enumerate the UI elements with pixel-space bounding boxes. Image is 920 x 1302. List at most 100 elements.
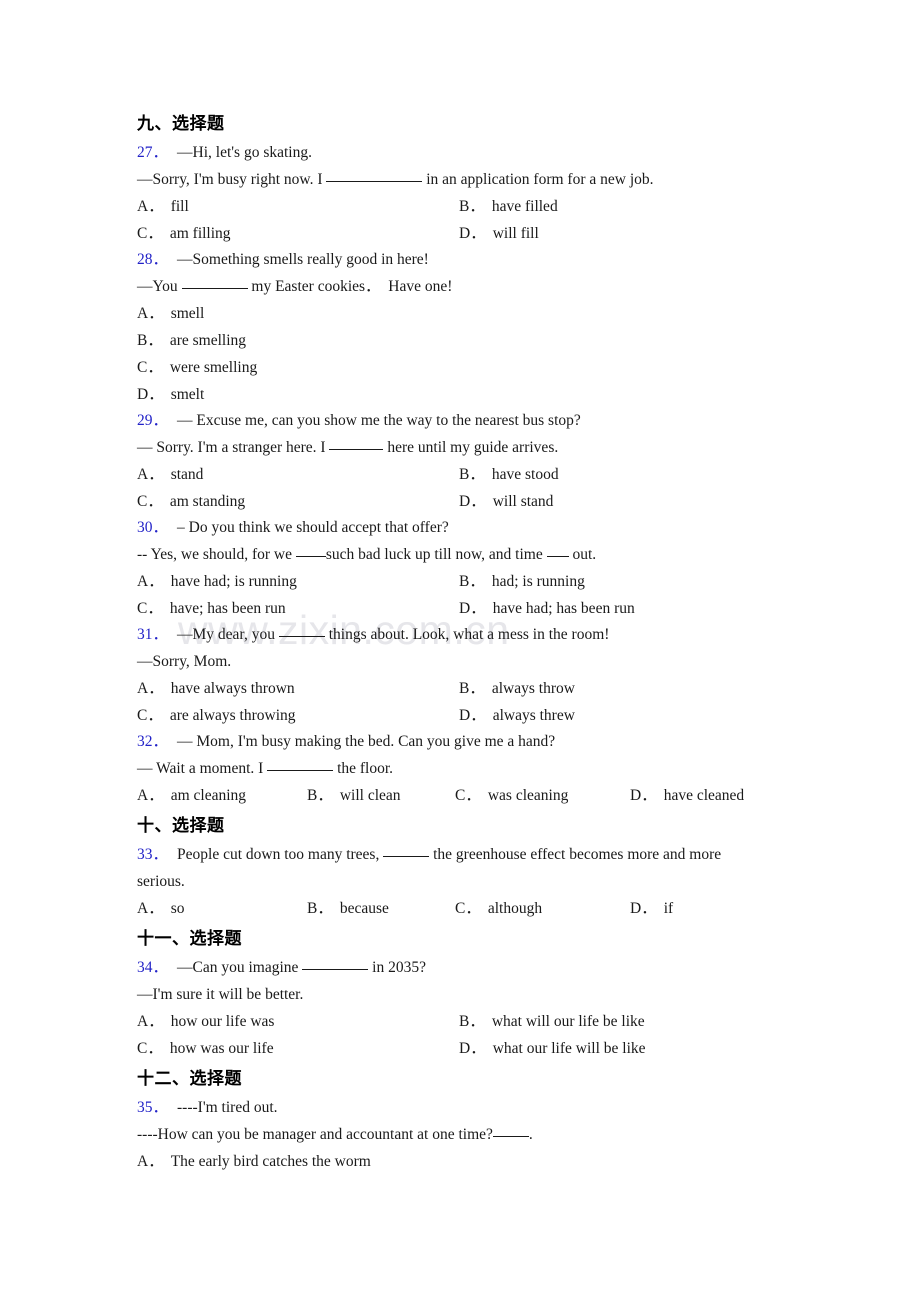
option-32-c[interactable]: C． was cleaning <box>455 782 630 809</box>
question-35-text-1: ----I'm tired out. <box>177 1099 278 1116</box>
option-label: B． <box>459 198 485 215</box>
option-text: what will our life be like <box>491 1013 645 1030</box>
option-30-d[interactable]: D． have had; has been run <box>459 595 781 622</box>
question-35-text-2a: ----How can you be manager and accountan… <box>137 1125 493 1143</box>
option-31-a[interactable]: A． have always thrown <box>137 675 459 702</box>
question-31-text-2: —Sorry, Mom. <box>137 652 232 670</box>
option-label: B． <box>307 787 333 804</box>
option-32-b[interactable]: B． will clean <box>307 782 455 809</box>
option-34-d[interactable]: D． what our life will be like <box>459 1035 781 1062</box>
option-label: A． <box>137 787 164 804</box>
question-33-options-row-1: A． so B． because C． although D． if <box>137 895 797 922</box>
question-30-text-2b: such bad luck up till now, and time <box>325 545 543 563</box>
question-30-stem-line-2: -- Yes, we should, for we such bad luck … <box>137 542 797 569</box>
option-text: have cleaned <box>663 787 745 804</box>
option-31-d[interactable]: D． always threw <box>459 702 781 729</box>
option-35-a[interactable]: A． The early bird catches the worm <box>137 1148 797 1175</box>
option-33-a[interactable]: A． so <box>137 895 307 922</box>
option-text: are always throwing <box>169 707 296 724</box>
question-29-text-1: — Excuse me, can you show me the way to … <box>177 412 581 429</box>
option-31-b[interactable]: B． always throw <box>459 675 781 702</box>
answer-blank <box>295 543 326 557</box>
option-30-c[interactable]: C． have; has been run <box>137 595 459 622</box>
question-31-stem-line-2: —Sorry, Mom. <box>137 649 797 676</box>
option-29-a[interactable]: A． stand <box>137 461 459 488</box>
option-27-a[interactable]: A． fill <box>137 193 459 220</box>
question-32-options-row-1: A． am cleaning B． will clean C． was cleanin… <box>137 782 797 809</box>
option-label: A． <box>137 1013 164 1030</box>
question-30-text-1: – Do you think we should accept that off… <box>177 519 449 536</box>
question-33-text-1a: People cut down too many trees, <box>177 846 380 863</box>
option-label: A． <box>137 305 164 322</box>
option-27-c[interactable]: C． am filling <box>137 220 459 247</box>
question-33-stem-line-1: 33． People cut down too many trees, the g… <box>137 842 797 869</box>
option-30-a[interactable]: A． have had; is running <box>137 568 459 595</box>
question-28-options-row-3: C． were smelling <box>137 354 797 381</box>
option-text: are smelling <box>169 332 247 349</box>
option-label: C． <box>137 600 163 617</box>
question-30-options-row-2: C． have; has been run D． have had; has bee… <box>137 595 797 622</box>
option-text: stand <box>170 466 204 483</box>
option-28-d[interactable]: D． smelt <box>137 381 797 408</box>
option-text: because <box>339 900 389 917</box>
option-text: have always thrown <box>170 680 295 697</box>
section-heading-12: 十二、选择题 <box>137 1069 242 1089</box>
question-34-text-1b: in 2035? <box>372 959 426 976</box>
question-28-text-2a: —You <box>137 277 178 295</box>
question-32-stem-line-2: — Wait a moment. I the floor. <box>137 756 797 783</box>
option-text: am cleaning <box>170 787 247 804</box>
option-27-b[interactable]: B． have filled <box>459 193 781 220</box>
question-31-number: 31． <box>137 626 169 643</box>
section-heading-10: 十、选择题 <box>137 816 225 836</box>
option-label: B． <box>137 332 163 349</box>
option-29-d[interactable]: D． will stand <box>459 488 781 515</box>
option-30-b[interactable]: B． had; is running <box>459 568 781 595</box>
option-label: C． <box>455 787 481 804</box>
option-34-c[interactable]: C． how was our life <box>137 1035 459 1062</box>
option-text: have had; is running <box>170 573 297 590</box>
option-29-c[interactable]: C． am standing <box>137 488 459 515</box>
option-29-b[interactable]: B． have stood <box>459 461 781 488</box>
question-28-text-1: —Something smells really good in here! <box>177 251 429 268</box>
option-text: have stood <box>491 466 559 483</box>
option-text: have filled <box>491 198 558 215</box>
section-heading-9: 九、选择题 <box>137 114 225 134</box>
option-33-b[interactable]: B． because <box>307 895 455 922</box>
question-30-text-2c: out. <box>572 545 597 563</box>
question-32-stem-line-1: 32． — Mom, I'm busy making the bed. Can y… <box>137 729 797 756</box>
question-32-number: 32． <box>137 733 169 750</box>
option-34-b[interactable]: B． what will our life be like <box>459 1008 781 1035</box>
question-31-text-1a: —My dear, you <box>177 626 275 643</box>
option-28-a[interactable]: A． smell <box>137 300 797 327</box>
option-33-c[interactable]: C． although <box>455 895 630 922</box>
question-27-options-row-2: C． am filling D． will fill <box>137 220 797 247</box>
answer-blank <box>267 757 334 771</box>
option-text: will clean <box>339 787 401 804</box>
option-text: what our life will be like <box>492 1040 646 1057</box>
option-34-a[interactable]: A． how our life was <box>137 1008 459 1035</box>
option-label: A． <box>137 900 164 917</box>
question-29-options-row-1: A． stand B． have stood <box>137 461 797 488</box>
option-28-b[interactable]: B． are smelling <box>137 327 797 354</box>
question-34-number: 34． <box>137 959 169 976</box>
option-27-d[interactable]: D． will fill <box>459 220 781 247</box>
option-32-a[interactable]: A． am cleaning <box>137 782 307 809</box>
option-28-c[interactable]: C． were smelling <box>137 354 797 381</box>
option-text: have had; has been run <box>492 600 635 617</box>
question-34-stem-line-1: 34． —Can you imagine in 2035? <box>137 955 797 982</box>
question-32-text-1: — Mom, I'm busy making the bed. Can you … <box>177 733 556 750</box>
question-33-stem-line-2: serious. <box>137 869 797 896</box>
question-33-text-2: serious. <box>137 872 185 890</box>
question-35-stem-line-2: ----How can you be manager and accountan… <box>137 1122 797 1149</box>
question-30-stem-line-1: 30． – Do you think we should accept that … <box>137 515 797 542</box>
option-label: C． <box>137 359 163 376</box>
answer-blank <box>383 843 430 857</box>
question-28-number: 28． <box>137 251 169 268</box>
option-label: D． <box>137 386 164 403</box>
question-30-number: 30． <box>137 519 169 536</box>
option-32-d[interactable]: D． have cleaned <box>630 782 790 809</box>
option-33-d[interactable]: D． if <box>630 895 790 922</box>
option-text: The early bird catches the worm <box>170 1153 371 1170</box>
option-31-c[interactable]: C． are always throwing <box>137 702 459 729</box>
question-28-options-row-1: A． smell <box>137 300 797 327</box>
